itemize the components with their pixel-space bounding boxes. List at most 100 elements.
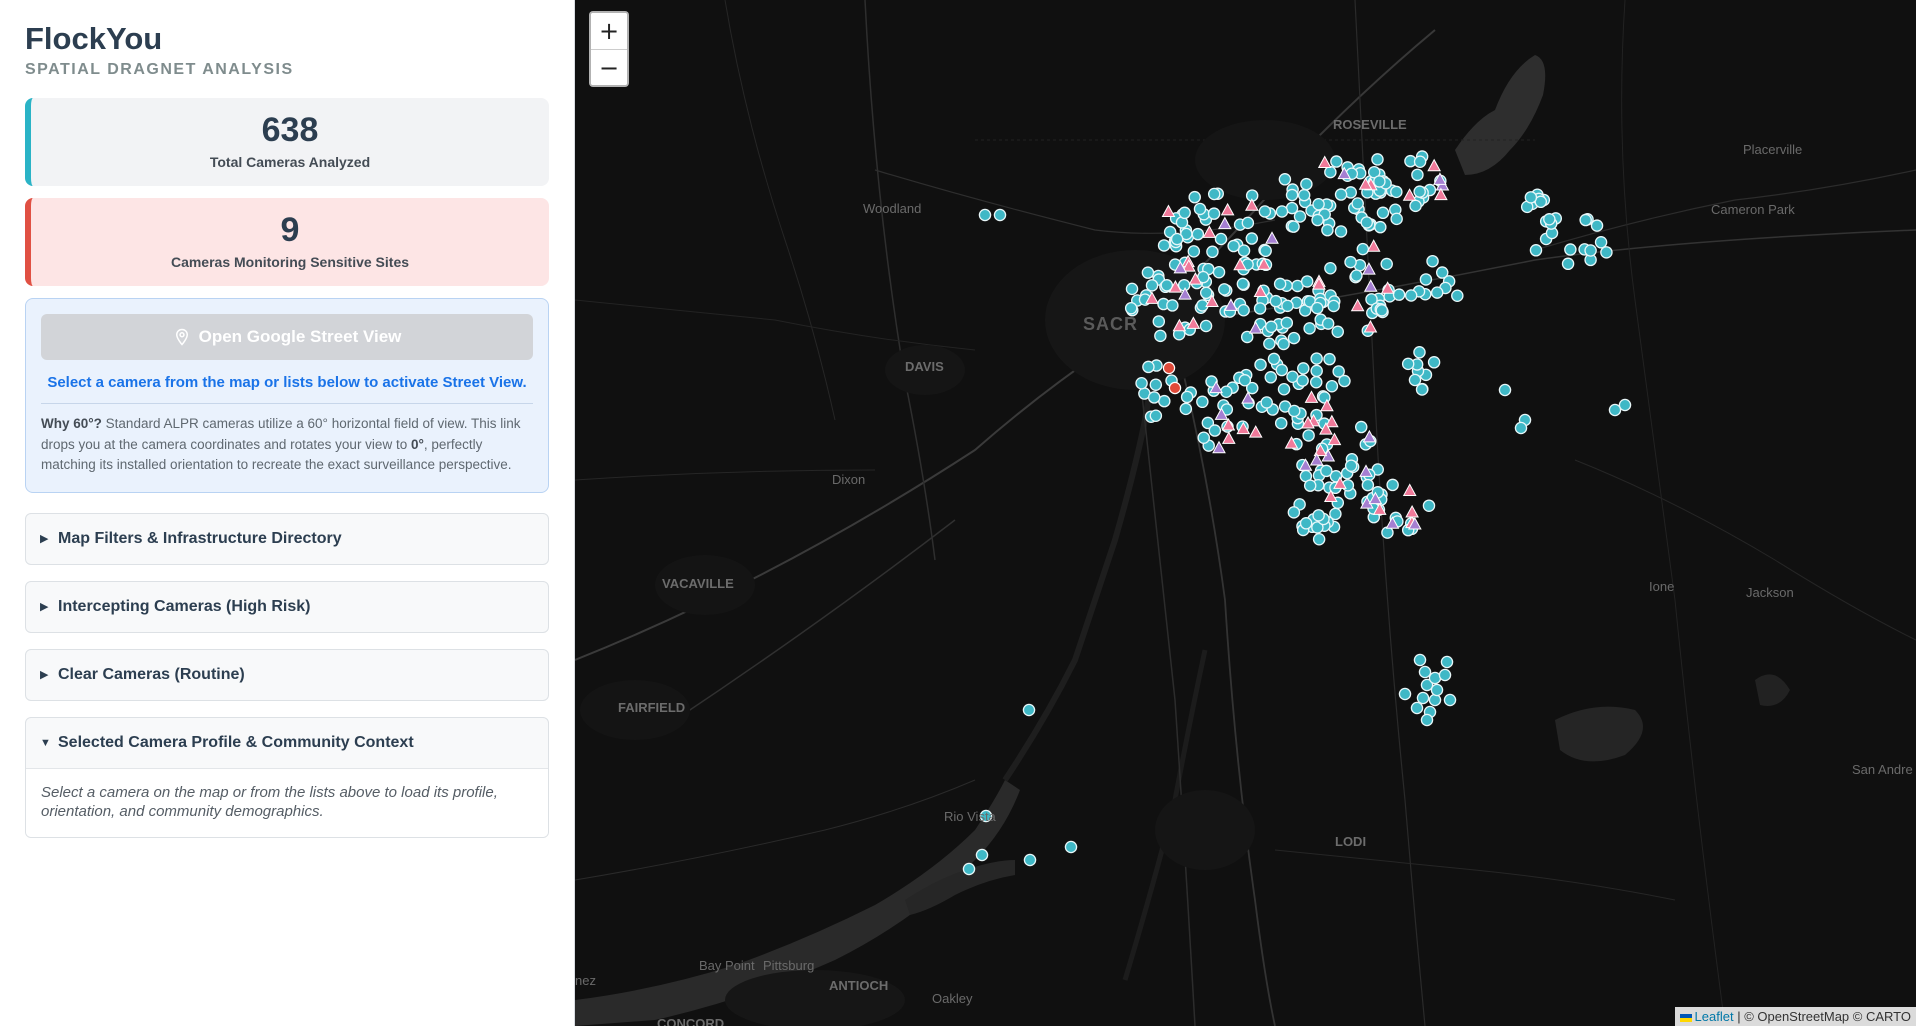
camera-marker[interactable]: [1199, 286, 1213, 300]
camera-marker[interactable]: [1361, 478, 1375, 492]
camera-marker[interactable]: [1413, 653, 1427, 667]
camera-marker[interactable]: [1237, 303, 1250, 317]
camera-marker[interactable]: [1600, 246, 1613, 259]
camera-marker[interactable]: [1023, 853, 1037, 867]
camera-marker[interactable]: [1373, 175, 1386, 188]
camera-marker[interactable]: [1451, 289, 1464, 303]
highlighted-camera-marker[interactable]: [1162, 361, 1176, 375]
camera-marker[interactable]: [1253, 302, 1267, 315]
camera-marker[interactable]: [1422, 499, 1436, 512]
camera-marker[interactable]: [1064, 840, 1078, 854]
camera-marker[interactable]: [1237, 244, 1251, 257]
camera-marker[interactable]: [1302, 429, 1315, 442]
camera-marker[interactable]: [1418, 665, 1432, 679]
camera-marker[interactable]: [1245, 232, 1259, 245]
highlighted-camera-marker[interactable]: [1168, 381, 1182, 395]
camera-marker[interactable]: [1241, 216, 1255, 230]
accordion-selected-camera-toggle[interactable]: ▼ Selected Camera Profile & Community Co…: [26, 718, 548, 768]
camera-marker[interactable]: [1584, 244, 1597, 257]
camera-marker[interactable]: [1166, 299, 1179, 312]
camera-marker[interactable]: [1350, 269, 1363, 282]
camera-marker[interactable]: [1022, 703, 1036, 717]
camera-marker[interactable]: [1428, 693, 1442, 707]
camera-marker[interactable]: [1514, 421, 1528, 435]
camera-marker[interactable]: [1386, 478, 1399, 492]
camera-marker[interactable]: [1287, 404, 1301, 418]
camera-marker[interactable]: [1334, 188, 1348, 201]
camera-marker[interactable]: [1193, 202, 1207, 216]
camera-marker[interactable]: [1410, 701, 1424, 715]
camera-marker[interactable]: [1154, 329, 1167, 343]
camera-marker[interactable]: [1579, 213, 1592, 227]
camera-marker[interactable]: [1380, 257, 1393, 271]
camera-marker[interactable]: [1296, 374, 1309, 387]
camera-marker[interactable]: [1214, 232, 1228, 246]
camera-marker[interactable]: [1440, 655, 1454, 669]
camera-marker[interactable]: [1320, 464, 1333, 478]
accordion-map-filters-toggle[interactable]: ▶ Map Filters & Infrastructure Directory: [26, 514, 548, 564]
camera-marker[interactable]: [1220, 385, 1233, 399]
camera-marker[interactable]: [1312, 509, 1325, 522]
camera-marker[interactable]: [1375, 304, 1389, 317]
camera-marker[interactable]: [1265, 320, 1278, 334]
leaflet-link[interactable]: Leaflet: [1695, 1009, 1734, 1024]
camera-marker[interactable]: [1324, 261, 1337, 275]
camera-marker[interactable]: [1277, 337, 1290, 351]
camera-marker[interactable]: [1401, 357, 1415, 371]
camera-marker[interactable]: [1124, 301, 1138, 315]
camera-marker[interactable]: [1330, 155, 1343, 168]
camera-marker[interactable]: [1309, 375, 1323, 389]
camera-marker[interactable]: [1409, 199, 1422, 213]
camera-marker[interactable]: [978, 208, 992, 222]
camera-marker[interactable]: [1310, 352, 1323, 365]
camera-marker[interactable]: [1420, 713, 1434, 727]
camera-marker[interactable]: [1196, 395, 1209, 409]
camera-marker[interactable]: [1351, 197, 1364, 210]
camera-marker[interactable]: [1199, 319, 1213, 333]
camera-marker[interactable]: [993, 208, 1007, 222]
camera-marker[interactable]: [1312, 197, 1325, 211]
camera-marker[interactable]: [1334, 225, 1348, 238]
camera-marker[interactable]: [1287, 506, 1301, 519]
camera-marker[interactable]: [1278, 173, 1292, 186]
camera-marker[interactable]: [1325, 379, 1339, 393]
camera-marker[interactable]: [975, 848, 989, 862]
camera-marker[interactable]: [1236, 277, 1250, 291]
camera-marker[interactable]: [1218, 283, 1231, 296]
camera-marker[interactable]: [1170, 232, 1184, 246]
camera-marker[interactable]: [1227, 239, 1240, 253]
map-canvas[interactable]: ROSEVILLE Woodland Placerville Cameron P…: [575, 0, 1916, 1026]
camera-marker[interactable]: [1564, 243, 1577, 256]
camera-marker[interactable]: [1524, 191, 1538, 204]
camera-marker[interactable]: [1300, 177, 1313, 191]
camera-marker[interactable]: [1264, 371, 1278, 384]
camera-marker[interactable]: [1258, 205, 1272, 218]
camera-marker[interactable]: [1427, 356, 1441, 369]
camera-marker[interactable]: [1285, 188, 1299, 202]
accordion-intercepting-cameras-toggle[interactable]: ▶ Intercepting Cameras (High Risk): [26, 582, 548, 632]
camera-marker[interactable]: [1254, 358, 1267, 371]
camera-marker[interactable]: [1360, 216, 1374, 229]
camera-marker[interactable]: [1443, 693, 1457, 707]
camera-marker[interactable]: [1311, 301, 1324, 315]
camera-marker[interactable]: [1238, 374, 1252, 387]
camera-marker[interactable]: [1404, 289, 1418, 302]
camera-marker[interactable]: [1145, 279, 1159, 292]
camera-marker[interactable]: [1376, 206, 1390, 220]
camera-marker[interactable]: [1543, 213, 1556, 226]
camera-marker[interactable]: [1191, 227, 1205, 241]
camera-marker[interactable]: [1197, 431, 1210, 444]
camera-marker[interactable]: [1321, 317, 1335, 330]
camera-marker[interactable]: [1311, 213, 1324, 227]
camera-marker[interactable]: [1269, 294, 1283, 308]
zoom-out-button[interactable]: −: [591, 49, 627, 85]
camera-marker[interactable]: [1413, 155, 1427, 168]
camera-marker[interactable]: [1207, 207, 1221, 220]
camera-marker[interactable]: [1426, 254, 1439, 268]
camera-marker[interactable]: [1267, 352, 1281, 366]
camera-marker[interactable]: [1356, 242, 1370, 256]
camera-marker[interactable]: [1312, 532, 1326, 546]
camera-marker[interactable]: [1274, 416, 1288, 430]
camera-marker[interactable]: [1310, 364, 1323, 378]
camera-marker[interactable]: [1188, 190, 1201, 204]
